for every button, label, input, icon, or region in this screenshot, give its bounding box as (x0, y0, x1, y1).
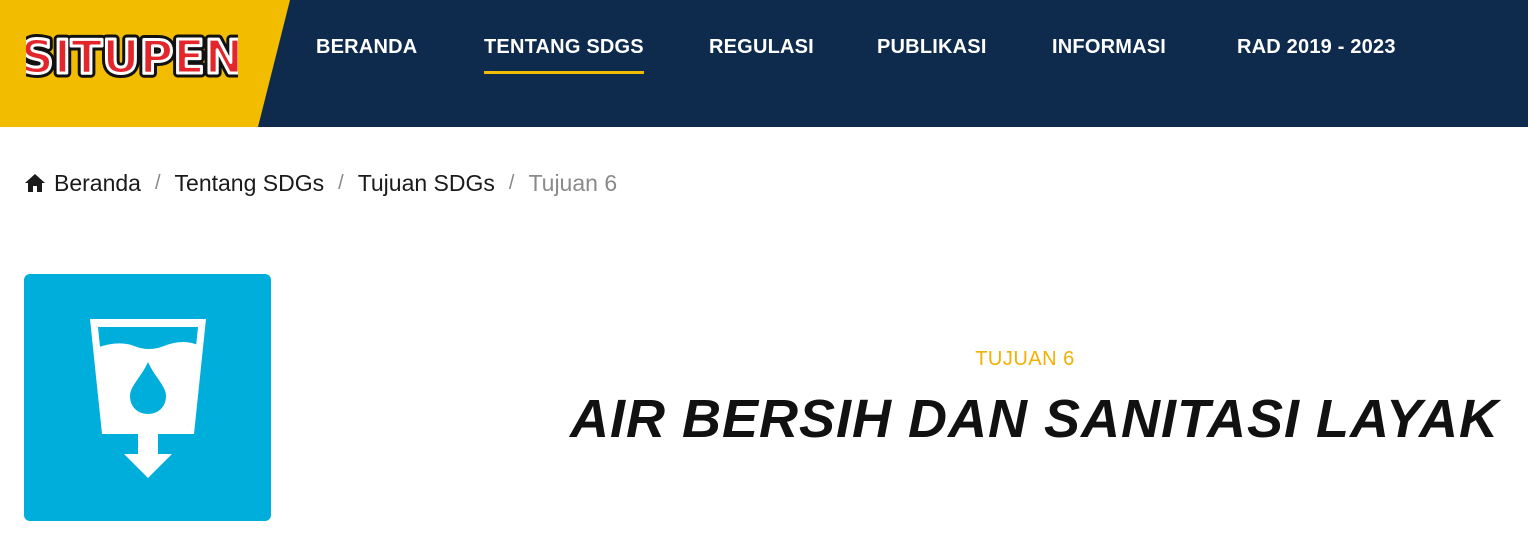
breadcrumb-beranda[interactable]: Beranda (54, 170, 141, 197)
breadcrumb-tentang-sdgs[interactable]: Tentang SDGs (175, 170, 325, 197)
goal-6-icon-tile (24, 274, 271, 521)
breadcrumb-separator: / (338, 171, 344, 194)
nav-beranda[interactable]: BERANDA (316, 36, 417, 76)
nav-tentang-sdgs[interactable]: TENTANG SDGS (484, 36, 644, 76)
site-header: SITUPEN SITUPEN BERANDA TENTANG SDGS REG… (0, 0, 1528, 127)
goal-number-label: TUJUAN 6 (975, 348, 1075, 370)
goal-title: AIR BERSIH DAN SANITASI LAYAK (570, 389, 1500, 449)
breadcrumb-separator: / (508, 171, 515, 194)
breadcrumb-current: Tujuan 6 (528, 169, 618, 196)
nav-regulasi[interactable]: REGULASI (709, 36, 814, 76)
breadcrumb-separator: / (154, 171, 161, 194)
nav-informasi[interactable]: INFORMASI (1052, 36, 1166, 76)
nav-rad-2019-2023[interactable]: RAD 2019 - 2023 (1237, 36, 1396, 76)
water-glass-icon (90, 319, 206, 478)
home-icon[interactable] (24, 173, 46, 193)
breadcrumb: Beranda / Tentang SDGs / Tujuan SDGs / T… (24, 168, 617, 198)
breadcrumb-tujuan-sdgs[interactable]: Tujuan SDGs (358, 170, 495, 197)
main-nav: BERANDA TENTANG SDGS REGULASI PUBLIKASI … (0, 0, 1528, 127)
nav-publikasi[interactable]: PUBLIKASI (877, 36, 987, 76)
